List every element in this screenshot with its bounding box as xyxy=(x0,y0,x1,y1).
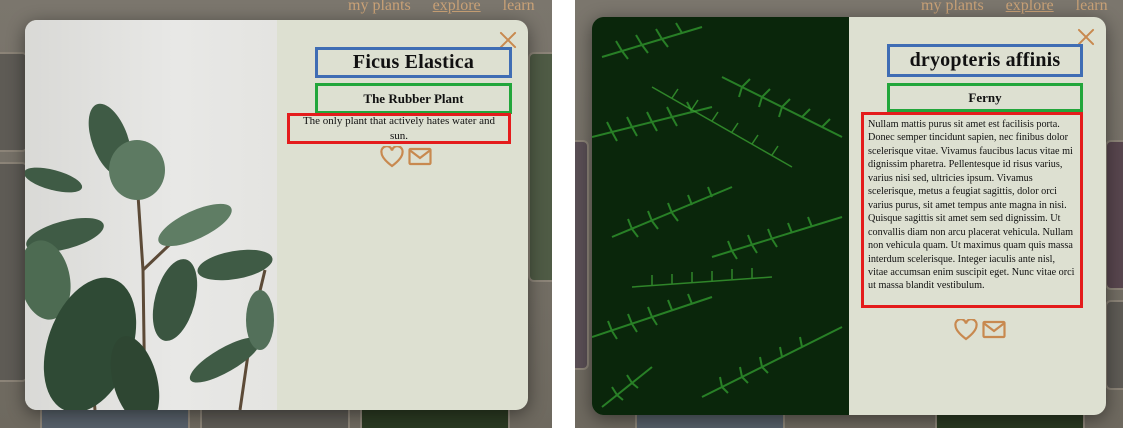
background-card xyxy=(575,140,589,370)
plant-description: The only plant that actively hates water… xyxy=(287,113,511,144)
plant-photo xyxy=(25,20,277,410)
plant-title: dryopteris affinis xyxy=(887,44,1083,77)
plant-info-panel: Ficus Elastica The Rubber Plant The only… xyxy=(277,20,528,410)
screenshot-fern: my plants explore learn dryopteris affin… xyxy=(575,0,1123,428)
plant-title: Ficus Elastica xyxy=(315,47,512,78)
plant-subtitle: Ferny xyxy=(887,83,1083,112)
nav-learn[interactable]: learn xyxy=(503,0,535,15)
plant-detail-modal: dryopteris affinis Ferny Nullam mattis p… xyxy=(592,17,1106,415)
plant-info-panel: dryopteris affinis Ferny Nullam mattis p… xyxy=(849,17,1106,415)
mail-icon[interactable] xyxy=(982,319,1006,341)
top-nav: my plants explore learn xyxy=(348,0,535,15)
background-card xyxy=(1105,140,1123,290)
mail-icon[interactable] xyxy=(408,146,432,168)
plant-description: Nullam mattis purus sit amet est facilis… xyxy=(861,112,1083,308)
heart-icon[interactable] xyxy=(380,145,404,168)
plant-subtitle: The Rubber Plant xyxy=(315,83,512,114)
action-icons xyxy=(954,318,1006,341)
background-card xyxy=(0,162,28,382)
background-card xyxy=(1105,300,1123,390)
screenshot-ficus: my plants explore learn Ficus Elastica T… xyxy=(0,0,552,428)
rubber-plant-image xyxy=(25,103,274,410)
fern-image xyxy=(592,17,849,415)
plant-detail-modal: Ficus Elastica The Rubber Plant The only… xyxy=(25,20,528,410)
plant-photo xyxy=(592,17,849,415)
nav-my-plants[interactable]: my plants xyxy=(348,0,411,15)
nav-my-plants[interactable]: my plants xyxy=(921,0,984,15)
nav-explore[interactable]: explore xyxy=(1006,0,1054,15)
nav-explore[interactable]: explore xyxy=(433,0,481,15)
action-icons xyxy=(380,145,432,168)
top-nav: my plants explore learn xyxy=(921,0,1108,15)
background-card xyxy=(528,52,552,282)
heart-icon[interactable] xyxy=(954,318,978,341)
nav-learn[interactable]: learn xyxy=(1076,0,1108,15)
background-card xyxy=(0,52,28,152)
